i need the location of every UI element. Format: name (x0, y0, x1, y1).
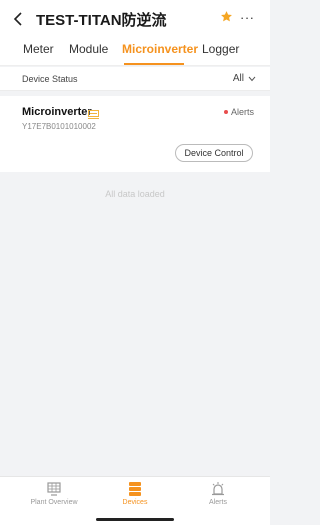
tab-module[interactable]: Module (69, 42, 108, 56)
device-status-label: Device Status (22, 73, 78, 84)
nav-alerts[interactable]: Alerts (178, 481, 258, 506)
device-card[interactable]: Microinverter Y17E7B0101010002 Alerts De… (0, 96, 270, 172)
top-bar: TEST-TITAN防逆流 ··· (0, 0, 270, 38)
back-button[interactable] (4, 0, 32, 38)
tab-microinverter[interactable]: Microinverter (122, 42, 198, 56)
device-status-filter-bar: Device Status All (0, 67, 270, 91)
nav-devices-label: Devices (122, 499, 148, 506)
alert-dot-icon (223, 110, 228, 114)
page-title: TEST-TITAN防逆流 (36, 11, 167, 29)
device-type-tabs: Meter Module Microinverter Logger (0, 38, 270, 66)
device-status-dropdown[interactable]: All (233, 73, 256, 84)
nav-devices[interactable]: Devices (95, 481, 175, 506)
chevron-left-icon (13, 12, 22, 26)
home-indicator (96, 518, 174, 521)
device-serial-number: Y17E7B0101010002 (22, 122, 96, 131)
nav-plant-overview[interactable]: Plant Overview (14, 481, 94, 506)
nav-alerts-label: Alerts (209, 499, 227, 506)
active-tab-indicator (124, 63, 184, 65)
list-end-message: All data loaded (105, 189, 165, 199)
device-control-button[interactable]: Device Control (175, 144, 253, 162)
devices-icon (129, 482, 141, 496)
device-name: Microinverter (22, 106, 92, 118)
chevron-down-icon (248, 76, 256, 81)
plant-overview-icon (47, 482, 61, 496)
alerts-icon (212, 482, 224, 496)
tab-logger[interactable]: Logger (202, 42, 239, 56)
alert-status: Alerts (223, 107, 254, 117)
favorite-button[interactable] (220, 10, 233, 28)
more-menu-button[interactable]: ··· (240, 10, 255, 25)
star-icon (221, 11, 232, 22)
device-status-value: All (232, 73, 244, 84)
tab-meter[interactable]: Meter (23, 42, 54, 56)
nav-plant-overview-label: Plant Overview (30, 499, 78, 506)
alert-label: Alerts (230, 107, 254, 117)
